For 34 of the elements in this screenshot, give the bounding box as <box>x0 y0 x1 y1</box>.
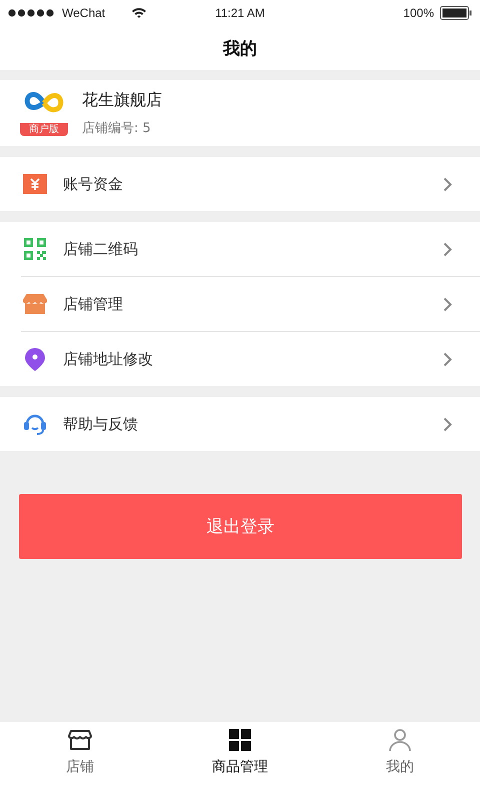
chevron-right-icon <box>443 176 452 192</box>
tab[interactable]: 我的 <box>320 722 480 800</box>
signal-icon <box>8 9 56 17</box>
menu-label: 店铺管理 <box>63 294 124 314</box>
person-icon <box>388 728 412 752</box>
menu-label: 店铺二维码 <box>63 240 139 258</box>
menu-label: 帮助与反馈 <box>63 414 139 434</box>
menu-label: 店铺地址修改 <box>63 350 154 368</box>
carrier-name: WeChat <box>62 6 106 20</box>
headset-icon <box>23 412 47 436</box>
battery-percent: 100% <box>403 6 434 20</box>
shop-icon <box>68 728 92 752</box>
shop-icon <box>23 292 47 316</box>
battery-icon <box>440 6 472 20</box>
store-number: 店铺编号: 5 <box>82 120 152 136</box>
chevron-right-icon <box>443 242 452 256</box>
yen-icon <box>23 172 47 196</box>
logo-label: 商户版 <box>20 123 68 136</box>
menu-label: 账号资金 <box>63 174 124 194</box>
status-time: 11:21 AM <box>215 6 265 20</box>
chevron-right-icon <box>443 296 452 312</box>
chevron-right-icon <box>443 352 452 366</box>
tab[interactable]: 商品管理 <box>160 722 320 800</box>
menu-item[interactable]: 店铺地址修改 <box>21 332 480 386</box>
chevron-right-icon <box>443 416 452 432</box>
qr-code-icon <box>23 237 47 261</box>
wifi-icon <box>131 7 148 19</box>
location-pin-icon <box>23 347 47 371</box>
menu-item[interactable]: 店铺管理 <box>21 277 480 332</box>
page-title: 我的 <box>223 38 257 60</box>
store-name: 花生旗舰店 <box>82 90 162 110</box>
tab[interactable]: 店铺 <box>0 722 160 800</box>
menu-item[interactable]: 店铺二维码 <box>21 222 480 277</box>
grid-icon <box>228 728 252 752</box>
